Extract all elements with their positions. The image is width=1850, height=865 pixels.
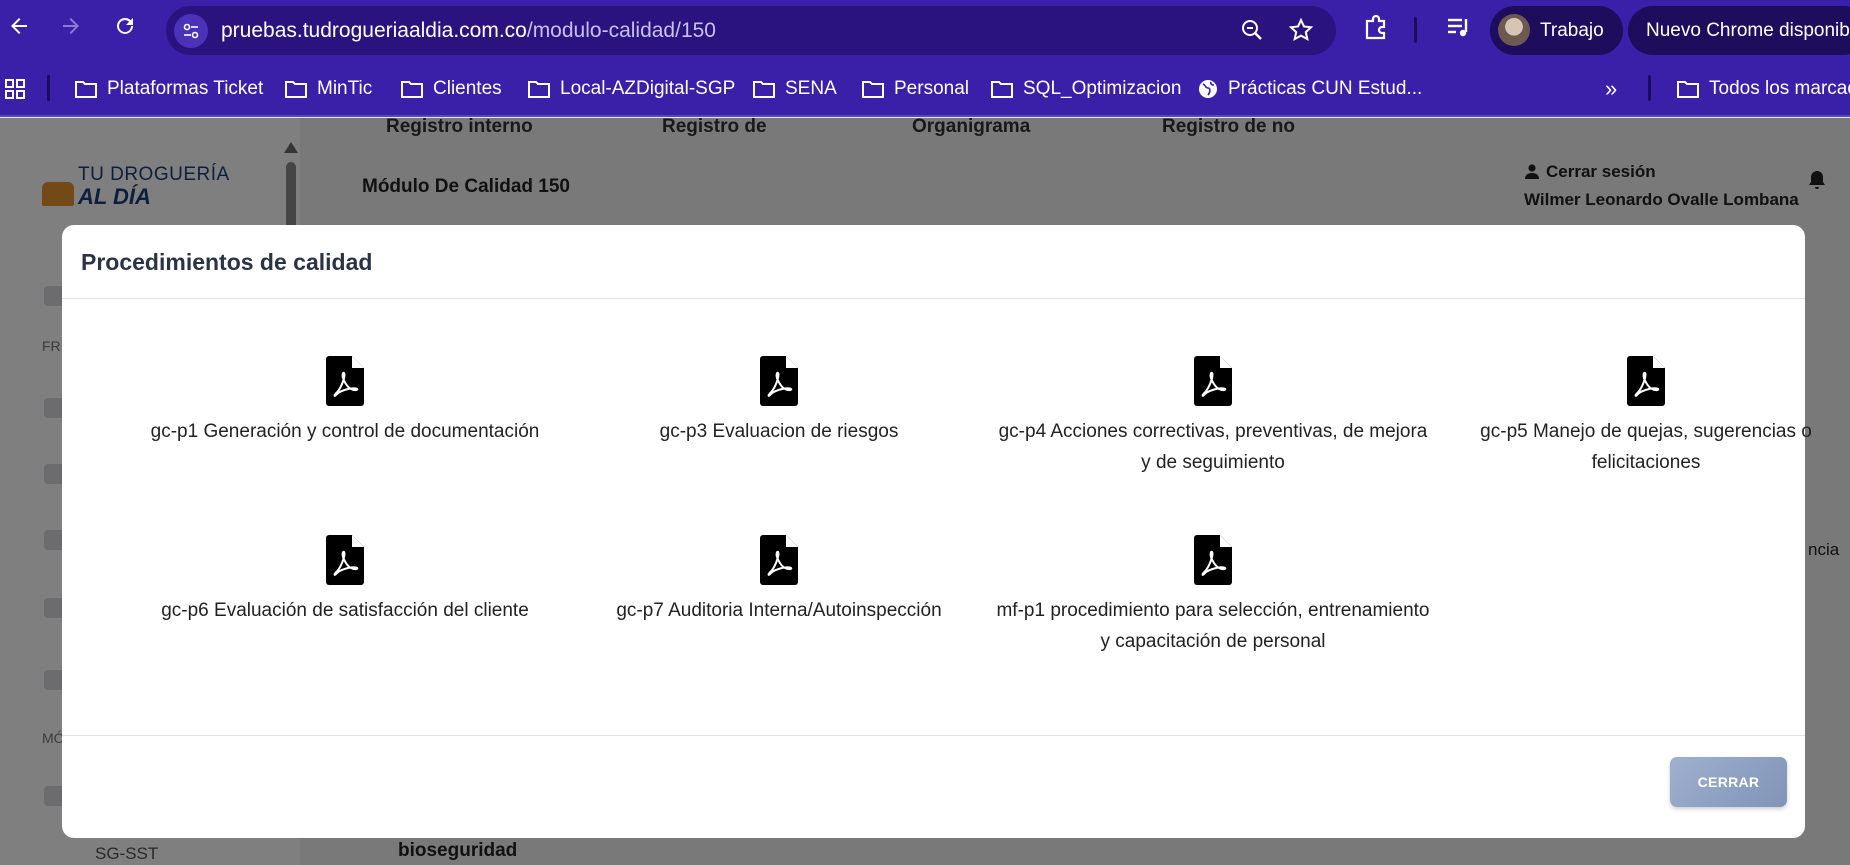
document-label: gc-p5 Manejo de quejas, sugerencias o fe… bbox=[1480, 421, 1812, 473]
bookmark-label: Local-AZDigital-SGP bbox=[560, 78, 736, 99]
bookmark-folder[interactable]: SENA bbox=[752, 75, 837, 103]
bookmark-folder[interactable]: MinTic bbox=[284, 75, 372, 103]
document-link[interactable]: gc-p6 Evaluación de satisfacción del cli… bbox=[128, 535, 562, 626]
folder-icon bbox=[862, 81, 884, 98]
media-control-icon[interactable] bbox=[1444, 13, 1478, 47]
document-label: mf-p1 procedimiento para selección, entr… bbox=[996, 600, 1430, 652]
document-link[interactable]: gc-p3 Evaluacion de riesgos bbox=[562, 356, 996, 447]
pdf-file-icon bbox=[760, 535, 798, 585]
apps-icon[interactable] bbox=[4, 75, 26, 103]
toolbar-divider bbox=[1414, 17, 1417, 43]
bookmarks-divider bbox=[47, 75, 50, 101]
url-text: pruebas.tudrogueriaaldia.com.co/modulo-c… bbox=[221, 19, 716, 43]
bookmark-folder[interactable]: SQL_Optimizacion bbox=[990, 75, 1181, 103]
bookmark-label: Clientes bbox=[433, 78, 502, 99]
bookmarks-divider bbox=[1648, 75, 1651, 101]
bookmarks-bar: Plataformas Ticket MinTic Clientes Local… bbox=[0, 61, 1850, 117]
folder-icon bbox=[1677, 81, 1699, 98]
bookmark-folder[interactable]: Clientes bbox=[400, 75, 502, 103]
browser-toolbar: pruebas.tudrogueriaaldia.com.co/modulo-c… bbox=[0, 0, 1850, 61]
site-info-icon[interactable] bbox=[174, 14, 208, 48]
document-link[interactable]: gc-p7 Auditoria Interna/Autoinspección bbox=[562, 535, 996, 626]
forward-icon[interactable] bbox=[54, 14, 88, 48]
document-link[interactable]: mf-p1 procedimiento para selección, entr… bbox=[996, 535, 1430, 657]
bookmark-label: Personal bbox=[894, 78, 969, 99]
pdf-file-icon bbox=[1194, 356, 1232, 406]
pdf-file-icon bbox=[326, 356, 364, 406]
document-link[interactable]: gc-p4 Acciones correctivas, preventivas,… bbox=[996, 356, 1430, 478]
bookmark-label: Prácticas CUN Estud... bbox=[1228, 78, 1423, 99]
zoom-icon[interactable] bbox=[1239, 17, 1265, 43]
document-link[interactable]: gc-p5 Manejo de quejas, sugerencias o fe… bbox=[1429, 356, 1850, 478]
document-label: gc-p6 Evaluación de satisfacción del cli… bbox=[161, 600, 529, 621]
bookmark-label: SQL_Optimizacion bbox=[1023, 78, 1182, 99]
pdf-file-icon bbox=[1194, 535, 1232, 585]
document-label: gc-p4 Acciones correctivas, preventivas,… bbox=[998, 421, 1428, 473]
profile-button[interactable]: Trabajo bbox=[1490, 6, 1623, 55]
pdf-file-icon bbox=[1627, 356, 1665, 406]
bookmark-link[interactable]: Prácticas CUN Estud... bbox=[1197, 75, 1422, 103]
extensions-icon[interactable] bbox=[1362, 13, 1396, 47]
folder-icon bbox=[401, 81, 423, 98]
close-button[interactable]: CERRAR bbox=[1670, 757, 1787, 807]
folder-icon bbox=[285, 81, 307, 98]
document-label: gc-p1 Generación y control de documentac… bbox=[150, 421, 540, 442]
bookmark-folder[interactable]: Local-AZDigital-SGP bbox=[527, 75, 735, 103]
bookmark-folder[interactable]: Plataformas Ticket bbox=[74, 75, 263, 103]
bookmark-star-icon[interactable] bbox=[1288, 17, 1314, 43]
modal-title: Procedimientos de calidad bbox=[81, 249, 373, 275]
all-bookmarks-folder[interactable]: Todos los marcad bbox=[1676, 75, 1850, 103]
folder-icon bbox=[75, 81, 97, 98]
avatar bbox=[1498, 14, 1530, 46]
bookmark-label: Plataformas Ticket bbox=[107, 78, 264, 99]
reload-icon[interactable] bbox=[108, 14, 142, 48]
bookmark-label: SENA bbox=[785, 78, 837, 99]
bookmark-folder[interactable]: Personal bbox=[861, 75, 969, 103]
chrome-update-button[interactable]: Nuevo Chrome disponible bbox=[1628, 6, 1850, 55]
document-label: gc-p7 Auditoria Interna/Autoinspección bbox=[616, 600, 942, 621]
folder-icon bbox=[528, 81, 550, 98]
modal-header: Procedimientos de calidad bbox=[62, 225, 1805, 299]
url-path: /modulo-calidad/150 bbox=[526, 19, 716, 42]
url-host: pruebas.tudrogueriaaldia.com.co bbox=[221, 19, 527, 42]
bookmark-label: MinTic bbox=[317, 78, 373, 99]
address-bar[interactable]: pruebas.tudrogueriaaldia.com.co/modulo-c… bbox=[166, 6, 1336, 55]
update-label: Nuevo Chrome disponible bbox=[1646, 20, 1850, 41]
bookmark-label: Todos los marcad bbox=[1709, 78, 1850, 99]
document-label: gc-p3 Evaluacion de riesgos bbox=[659, 421, 899, 442]
pdf-file-icon bbox=[760, 356, 798, 406]
more-bookmarks-icon[interactable]: » bbox=[1605, 75, 1617, 103]
globe-icon bbox=[1199, 80, 1217, 98]
back-icon[interactable] bbox=[2, 14, 36, 48]
folder-icon bbox=[991, 81, 1013, 98]
modal-body: gc-p1 Generación y control de documentac… bbox=[62, 300, 1812, 735]
pdf-file-icon bbox=[326, 535, 364, 585]
profile-name: Trabajo bbox=[1540, 20, 1604, 41]
quality-procedures-modal: Procedimientos de calidad gc-p1 Generaci… bbox=[62, 225, 1812, 838]
document-link[interactable]: gc-p1 Generación y control de documentac… bbox=[128, 356, 562, 447]
modal-footer: CERRAR bbox=[62, 735, 1805, 838]
folder-icon bbox=[753, 81, 775, 98]
